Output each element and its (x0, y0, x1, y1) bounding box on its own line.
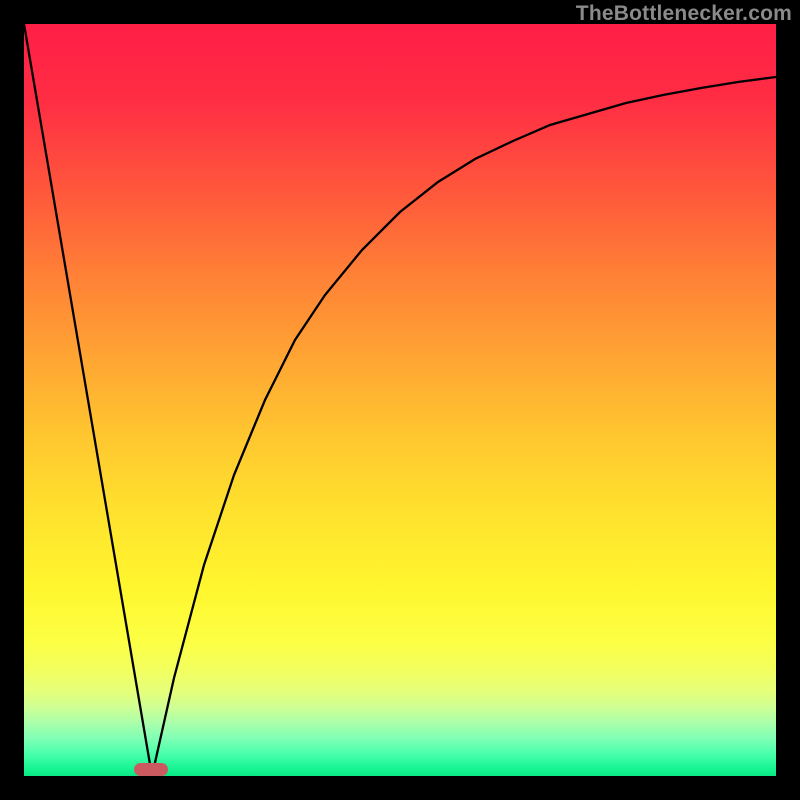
vertex-marker (134, 763, 168, 776)
watermark-text: TheBottlenecker.com (576, 2, 792, 26)
plot-area (24, 24, 776, 776)
curve-left-segment (24, 24, 152, 776)
curve-right-segment (152, 77, 776, 776)
chart-frame: TheBottlenecker.com (0, 0, 800, 800)
bottleneck-curve (24, 24, 776, 776)
